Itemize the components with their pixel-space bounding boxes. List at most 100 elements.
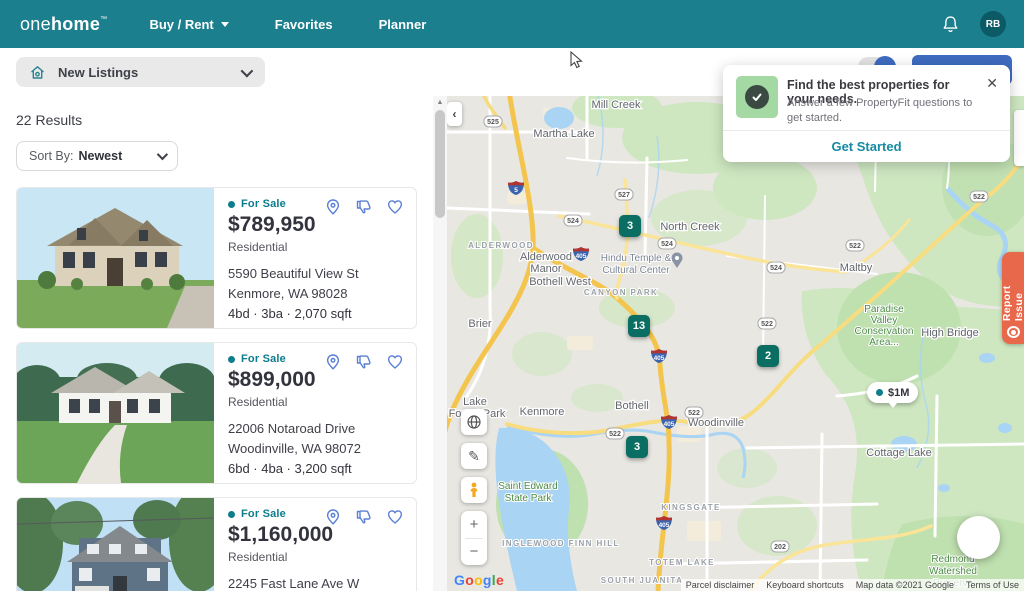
status-label: For Sale [241, 198, 286, 210]
map-label: KINGSGATE [661, 503, 721, 512]
route-shield: 522 [688, 410, 700, 417]
results-panel: 22 Results Sort By: Newest [0, 96, 433, 591]
logo-text-home: home [51, 14, 100, 35]
map-label: Brier [468, 318, 492, 330]
city-line: Kenmore, WA 98028 [228, 284, 404, 304]
thumbs-down-icon[interactable] [355, 198, 373, 216]
map-cluster-marker[interactable]: 3 [626, 436, 648, 458]
map-label: Alderwood [520, 251, 572, 263]
results-count: 22 Results [16, 112, 433, 128]
listing-price: $1,160,000 [228, 523, 404, 547]
interstate-shield: 405 [659, 522, 670, 529]
zoom-in-button[interactable]: + [461, 511, 487, 538]
map-container[interactable]: Mill Creek Martha Lake North Creek ALDER… [447, 96, 1024, 591]
popup-subtitle: Answer a few PropertyFit questions to ge… [787, 96, 982, 126]
listing-card[interactable]: For Sale $899,000 Residential 22006 Nota… [16, 342, 417, 484]
map-cluster-marker[interactable]: 2 [757, 345, 779, 367]
map-label: Lake [463, 396, 487, 408]
nav-buy-rent-label: Buy / Rent [149, 17, 213, 32]
price-marker[interactable]: $1M [867, 382, 918, 403]
notification-bell-icon[interactable] [941, 15, 960, 34]
terms-of-use-link[interactable]: Terms of Use [966, 580, 1019, 590]
nav-buy-rent[interactable]: Buy / Rent [149, 17, 228, 32]
onehome-app: onehome™ Buy / Rent Favorites Planner RB [0, 0, 1024, 591]
google-letter: e [496, 572, 504, 588]
google-letter: G [454, 572, 465, 588]
map-pin-icon[interactable] [324, 353, 342, 371]
listing-card[interactable]: For Sale $789,950 Residential 5590 Beaut… [16, 187, 417, 329]
map-label: State Park [505, 493, 553, 504]
sort-value: Newest [78, 149, 122, 163]
thumbs-down-icon[interactable] [355, 353, 373, 371]
report-issue-button[interactable]: Report Issue [1002, 252, 1024, 344]
zoom-control: + − [461, 511, 487, 565]
address-line: 5590 Beautiful View St [228, 264, 404, 284]
listing-photo [17, 188, 214, 328]
onehome-logo[interactable]: onehome™ [20, 14, 107, 35]
parcel-disclaimer-link[interactable]: Parcel disclaimer [686, 580, 755, 590]
report-issue-icon [1007, 326, 1020, 338]
map-attribution: Parcel disclaimer Keyboard shortcuts Map… [681, 579, 1024, 591]
listing-info: For Sale $899,000 Residential 22006 Nota… [214, 343, 416, 483]
nav-favorites[interactable]: Favorites [275, 17, 333, 32]
listing-actions [324, 198, 404, 216]
map-label: Maltby [840, 262, 873, 274]
listing-price: $899,000 [228, 368, 404, 392]
get-started-link[interactable]: Get Started [723, 130, 1010, 162]
map-data-credit: Map data ©2021 Google [856, 580, 954, 590]
map-label: Paradise [864, 304, 904, 315]
chat-widget-button[interactable] [957, 516, 1000, 559]
heart-icon[interactable] [386, 508, 404, 526]
google-letter: g [483, 572, 492, 588]
zoom-out-button[interactable]: − [461, 539, 487, 566]
results-scrollbar[interactable]: ▲ [433, 96, 447, 591]
map-cluster-marker[interactable]: 3 [619, 215, 641, 237]
map-label: Martha Lake [533, 128, 594, 140]
map-label: Bothell West [529, 276, 591, 288]
map-label: Woodinville [688, 417, 744, 429]
map-label: INGLEWOOD FINN HILL [502, 539, 620, 548]
interstate-shield: 405 [664, 421, 675, 428]
heart-icon[interactable] [386, 198, 404, 216]
route-shield: 522 [973, 194, 985, 201]
user-avatar[interactable]: RB [980, 11, 1006, 37]
route-shield: 524 [661, 241, 673, 248]
interstate-shield: 405 [654, 355, 665, 362]
nav-planner[interactable]: Planner [379, 17, 427, 32]
route-shield: 522 [849, 243, 861, 250]
thumbs-down-icon[interactable] [355, 508, 373, 526]
listing-address: 2245 Fast Lane Ave W Kenmore, WA 98028 4… [228, 574, 404, 591]
map-label: Kenmore [520, 406, 565, 418]
status-dot [228, 511, 235, 518]
map-label: Conservation [855, 326, 914, 337]
keyboard-shortcuts-link[interactable]: Keyboard shortcuts [766, 580, 844, 590]
listing-type: Residential [228, 395, 404, 409]
report-issue-label: Report Issue [1001, 262, 1024, 321]
new-listings-filter-chip[interactable]: New Listings [16, 57, 265, 87]
map-label: Bothell [615, 400, 649, 412]
google-map[interactable]: Mill Creek Martha Lake North Creek ALDER… [447, 96, 1024, 591]
listing-info: For Sale $789,950 Residential 5590 Beaut… [214, 188, 416, 328]
listing-address: 5590 Beautiful View St Kenmore, WA 98028… [228, 264, 404, 324]
map-pin-icon[interactable] [324, 508, 342, 526]
map-pin-icon[interactable] [324, 198, 342, 216]
interstate-shield: 5 [514, 187, 518, 194]
chevron-down-icon [241, 64, 254, 77]
price-marker-dot [876, 389, 883, 396]
heart-icon[interactable] [386, 353, 404, 371]
listing-photo [17, 343, 214, 483]
collapse-panel-button[interactable]: ‹ [447, 102, 462, 126]
street-view-pegman-button[interactable] [461, 477, 487, 503]
specs-line: 6bd · 4ba · 3,200 sqft [228, 459, 404, 479]
price-marker-label: $1M [888, 387, 909, 399]
scrollbar-thumb[interactable] [435, 110, 445, 218]
listing-card[interactable]: For Sale $1,160,000 Residential 2245 Fas… [16, 497, 417, 591]
listing-actions [324, 353, 404, 371]
scroll-up-arrow-icon[interactable]: ▲ [433, 96, 447, 109]
map-cluster-marker[interactable]: 13 [628, 315, 650, 337]
draw-pencil-button[interactable]: ✎ [461, 443, 487, 469]
globe-layers-button[interactable] [461, 409, 487, 435]
sort-dropdown[interactable]: Sort By: Newest [16, 141, 178, 171]
listing-type: Residential [228, 550, 404, 564]
close-icon[interactable]: ✕ [986, 75, 998, 92]
